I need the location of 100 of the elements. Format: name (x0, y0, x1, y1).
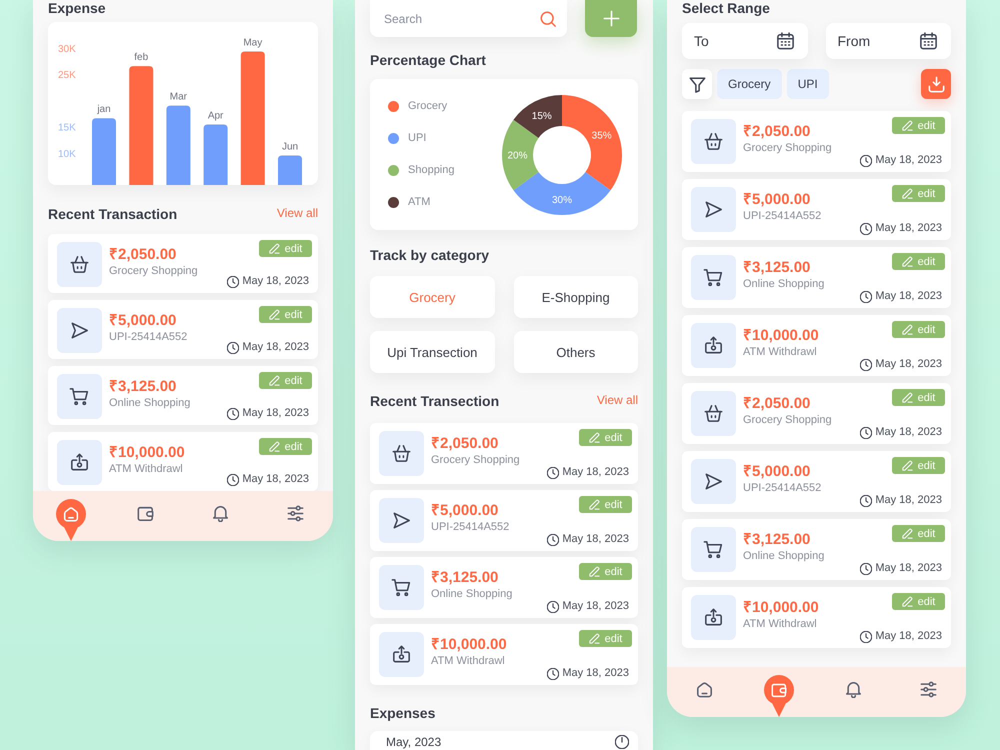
home-icon (56, 499, 86, 541)
pencil-icon (588, 499, 600, 510)
transaction-date: May 18, 2023 (875, 290, 942, 303)
clock-icon (227, 276, 240, 288)
transaction-date: May 18, 2023 (242, 275, 309, 288)
clock-icon (227, 342, 240, 354)
send-icon (691, 187, 736, 232)
axis-label: 15K (58, 122, 76, 134)
edit-button[interactable]: edit (892, 593, 945, 610)
nav-tab[interactable] (287, 505, 304, 522)
pencil-icon (902, 392, 913, 403)
edit-button[interactable]: edit (259, 438, 312, 455)
cart-icon (691, 255, 736, 300)
nav-tab[interactable] (56, 499, 86, 541)
clock-icon (547, 534, 560, 546)
pencil-icon (902, 528, 913, 539)
transaction-description: UPI-25414A552 (431, 520, 510, 534)
edit-button[interactable]: edit (579, 563, 632, 580)
edit-button[interactable]: edit (892, 321, 945, 338)
edit-button[interactable]: edit (579, 496, 632, 513)
axis-label: 10K (58, 148, 76, 160)
section-title: Expense (48, 0, 106, 17)
category-button[interactable]: E-Shopping (514, 276, 638, 318)
transaction-amount: ₹5,000.00 (109, 312, 176, 330)
bar-label: feb (134, 52, 148, 64)
filter-button[interactable] (682, 69, 712, 99)
edit-button[interactable]: edit (259, 306, 312, 323)
transaction-date: May 18, 2023 (875, 222, 942, 235)
nav-tab[interactable] (212, 505, 229, 522)
pencil-icon (902, 596, 913, 607)
nav-tab[interactable] (696, 681, 713, 698)
pencil-icon (902, 256, 913, 267)
transaction-amount: ₹3,125.00 (743, 259, 810, 277)
pencil-icon (902, 460, 913, 471)
nav-tab[interactable] (764, 675, 794, 717)
legend-label: UPI (408, 132, 426, 145)
bell-icon (212, 505, 229, 522)
download-button[interactable] (921, 69, 951, 99)
cash-icon (379, 632, 424, 677)
filter-chip[interactable]: Grocery (717, 69, 782, 99)
date-field[interactable]: To (682, 23, 808, 59)
clock-icon (860, 562, 872, 574)
basket-icon (379, 431, 424, 476)
nav-tab[interactable] (920, 681, 938, 698)
view-all-link[interactable]: View all (276, 206, 318, 221)
transaction-date: May 18, 2023 (562, 600, 629, 613)
cart-icon (57, 374, 102, 419)
edit-button[interactable]: edit (892, 117, 945, 134)
category-button[interactable]: Others (514, 331, 638, 373)
transaction-date: May 18, 2023 (562, 667, 629, 680)
basket-icon (691, 391, 736, 436)
edit-button[interactable]: edit (892, 389, 945, 406)
transaction-amount: ₹10,000.00 (743, 327, 819, 345)
transaction-amount: ₹10,000.00 (109, 444, 185, 462)
transaction-amount: ₹5,000.00 (743, 463, 810, 481)
filter-chip[interactable]: UPI (786, 69, 829, 99)
clock-icon (860, 494, 872, 506)
transaction-amount: ₹10,000.00 (431, 636, 507, 654)
edit-button[interactable]: edit (892, 253, 945, 270)
pencil-icon (902, 188, 913, 199)
clock-icon (547, 668, 560, 680)
sliders-icon (920, 681, 938, 698)
transaction-description: Online Shopping (109, 396, 190, 410)
transaction-amount: ₹5,000.00 (431, 502, 498, 520)
bar-label: Apr (208, 110, 224, 122)
month-label: May, 2023 (386, 735, 442, 749)
date-field[interactable]: From (826, 23, 951, 59)
download-icon (928, 76, 944, 92)
transaction-description: UPI-25414A552 (109, 330, 188, 344)
basket-icon (691, 119, 736, 164)
clock-icon (860, 630, 872, 642)
clock-icon (547, 600, 560, 612)
nav-tab[interactable] (845, 681, 862, 698)
edit-button[interactable]: edit (259, 240, 312, 257)
pencil-icon (588, 633, 600, 644)
bar-label: jan (97, 104, 111, 116)
transaction-date: May 18, 2023 (875, 358, 942, 371)
basket-icon (57, 242, 102, 287)
legend-label: ATM (408, 196, 430, 209)
category-button[interactable]: Grocery (370, 276, 494, 318)
legend-label: Shopping (408, 164, 454, 177)
edit-button[interactable]: edit (259, 372, 312, 389)
edit-button[interactable]: edit (579, 429, 632, 446)
search-field[interactable]: Search (370, 0, 567, 37)
transaction-description: ATM Withdrawl (743, 345, 817, 359)
edit-button[interactable]: edit (579, 630, 632, 647)
axis-label: 25K (58, 70, 76, 82)
view-all-link[interactable]: View all (596, 393, 638, 408)
category-button[interactable]: Upi Transection (370, 331, 494, 373)
slice-label: 20% (508, 150, 528, 161)
edit-button[interactable]: edit (892, 525, 945, 542)
clock-icon (547, 466, 560, 478)
edit-button[interactable]: edit (892, 457, 945, 474)
transaction-date: May 18, 2023 (242, 407, 309, 420)
section-title: Percentage Chart (370, 52, 486, 69)
transaction-date: May 18, 2023 (562, 466, 629, 479)
edit-button[interactable]: edit (892, 185, 945, 202)
nav-tab[interactable] (137, 505, 154, 522)
filter-icon (688, 76, 706, 92)
axis-label: 30K (58, 44, 76, 55)
